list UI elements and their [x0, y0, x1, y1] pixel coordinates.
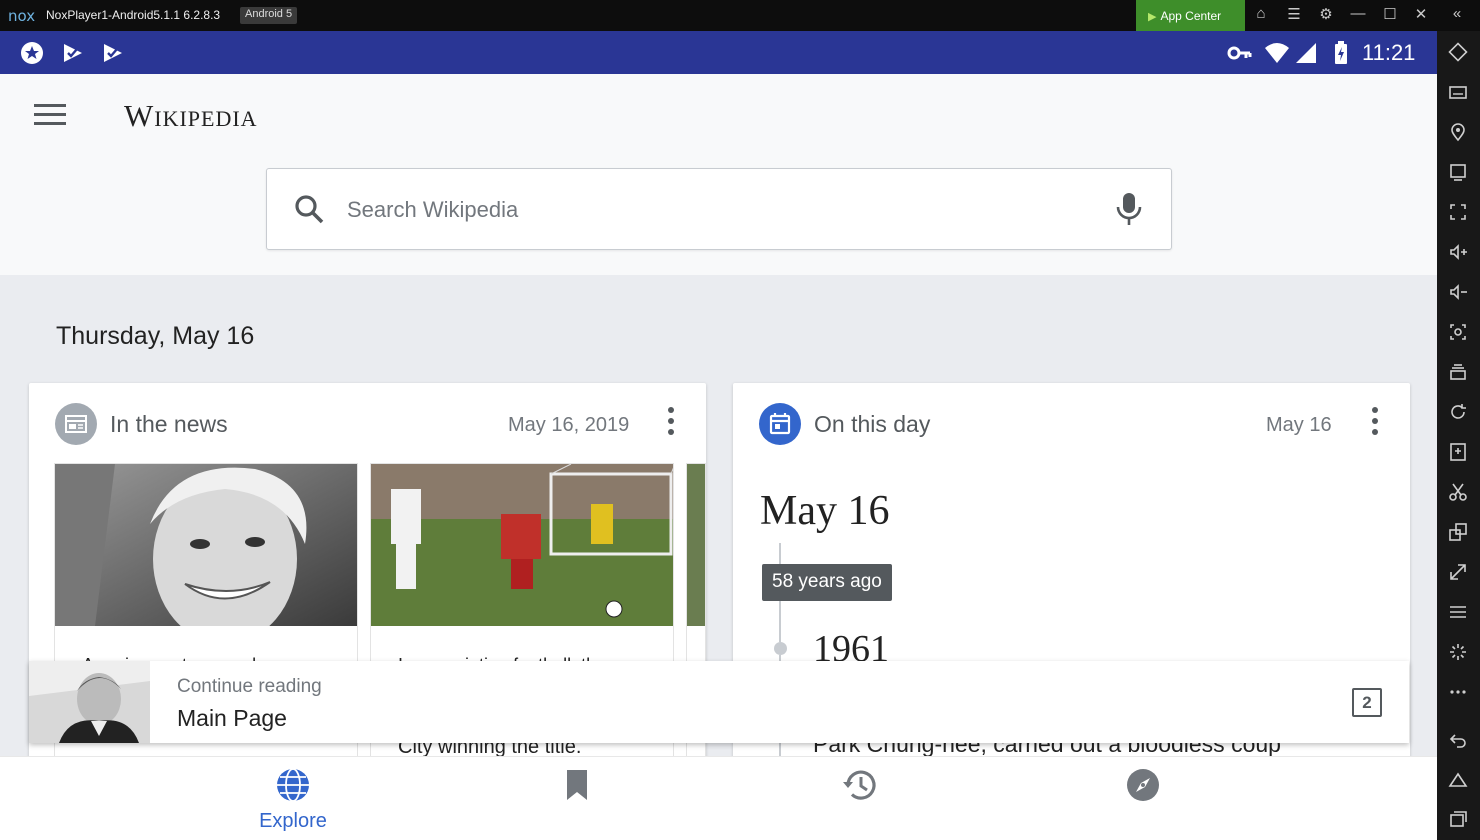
app-header: Wikipedia: [0, 74, 1437, 275]
card-date: May 16: [1266, 414, 1332, 436]
screenshot-icon[interactable]: [1447, 321, 1469, 343]
rotate-icon[interactable]: [1447, 401, 1469, 423]
bookmark-icon: [559, 767, 595, 803]
nav-label: Explore: [259, 810, 327, 832]
nav-history[interactable]: [760, 757, 960, 840]
home-icon[interactable]: [1447, 769, 1469, 791]
app-center-label: App Center: [1160, 9, 1222, 23]
vpn-key-icon: [1226, 40, 1252, 66]
on-this-day-date: May 16: [760, 488, 890, 534]
card-title: In the news: [110, 411, 228, 437]
keyboard-mapping-icon[interactable]: [1447, 41, 1469, 63]
android-statusbar: 11:21: [0, 31, 1437, 74]
status-clock: 11:21: [1362, 40, 1416, 65]
hamburger-menu-icon[interactable]: [34, 104, 66, 126]
resize-icon[interactable]: [1447, 561, 1469, 583]
fullscreen-icon[interactable]: [1447, 201, 1469, 223]
signal-icon: [1294, 40, 1320, 66]
news-item-image: [371, 464, 673, 626]
recent-apps-icon[interactable]: [1447, 807, 1469, 829]
more-icon[interactable]: [1447, 681, 1469, 703]
news-item-image: [687, 464, 705, 626]
wifi-icon: [1264, 40, 1290, 66]
timeline-line: [779, 601, 781, 642]
article-thumbnail: [29, 661, 150, 743]
maximize-icon[interactable]: ☐: [1380, 5, 1400, 23]
keyboard-icon[interactable]: [1447, 81, 1469, 103]
calendar-icon: [759, 403, 801, 445]
app-center-button[interactable]: ▶ App Center: [1136, 0, 1245, 31]
volume-down-icon[interactable]: [1447, 281, 1469, 303]
compass-icon: [1125, 767, 1161, 803]
android-version-badge: Android 5: [240, 7, 298, 24]
nav-nearby[interactable]: [1043, 757, 1243, 840]
nav-reading-lists[interactable]: [477, 757, 677, 840]
app-star-icon: [19, 40, 45, 66]
timeline-line: [779, 543, 781, 565]
history-icon: [842, 767, 878, 803]
feed-date-heading: Thursday, May 16: [56, 322, 255, 350]
card-overflow-menu-icon[interactable]: [667, 407, 675, 437]
copy-window-icon[interactable]: [1447, 521, 1469, 543]
minimize-icon[interactable]: —: [1348, 5, 1368, 22]
search-input[interactable]: [347, 191, 1047, 229]
shirt-icon[interactable]: ⌂: [1251, 5, 1271, 22]
news-icon: [55, 403, 97, 445]
tab-count-badge[interactable]: 2: [1352, 688, 1382, 717]
task-check-icon: [100, 40, 126, 66]
globe-icon: [275, 767, 311, 803]
collapse-sidebar-icon[interactable]: «: [1447, 5, 1467, 22]
window-title: NoxPlayer1-Android5.1.1 6.2.8.3: [46, 8, 221, 22]
android-screen: 11:21 Wikipedia Thursday, May 16 In the …: [0, 31, 1437, 840]
play-icon: ▶: [1148, 11, 1157, 23]
volume-up-icon[interactable]: [1447, 241, 1469, 263]
wikipedia-wordmark: Wikipedia: [124, 98, 258, 133]
nox-logo: nox: [8, 7, 36, 25]
task-check-icon: [60, 40, 86, 66]
back-icon[interactable]: [1447, 729, 1469, 751]
bottom-navigation: Explore: [0, 756, 1437, 840]
card-title: On this day: [814, 411, 931, 437]
emulator-toolbar: [1437, 31, 1480, 840]
emulator-titlebar: nox NoxPlayer1-Android5.1.1 6.2.8.3 Andr…: [0, 0, 1480, 31]
years-ago-badge: 58 years ago: [762, 564, 892, 601]
nav-explore[interactable]: Explore: [193, 757, 393, 840]
battery-charging-icon: [1328, 40, 1354, 66]
close-icon[interactable]: ✕: [1411, 5, 1431, 23]
continue-reading-title: Main Page: [177, 705, 287, 731]
search-box[interactable]: [266, 168, 1172, 250]
continue-reading-bar[interactable]: Continue reading Main Page 2: [29, 661, 1409, 743]
menu-lines-icon[interactable]: [1447, 601, 1469, 623]
loading-icon[interactable]: [1447, 641, 1469, 663]
location-icon[interactable]: [1447, 121, 1469, 143]
settings-gear-icon[interactable]: ⚙: [1316, 5, 1336, 23]
search-icon: [293, 193, 325, 225]
scissors-icon[interactable]: [1447, 481, 1469, 503]
card-overflow-menu-icon[interactable]: [1371, 407, 1379, 437]
menu-icon[interactable]: ☰: [1284, 5, 1304, 23]
screen-icon[interactable]: [1447, 161, 1469, 183]
apk-install-icon[interactable]: [1447, 441, 1469, 463]
multi-instance-icon[interactable]: [1447, 361, 1469, 383]
timeline-dot: [774, 642, 787, 655]
microphone-icon[interactable]: [1113, 191, 1145, 227]
news-item-image: [55, 464, 357, 644]
continue-reading-label: Continue reading: [177, 676, 322, 697]
card-date: May 16, 2019: [508, 414, 630, 436]
